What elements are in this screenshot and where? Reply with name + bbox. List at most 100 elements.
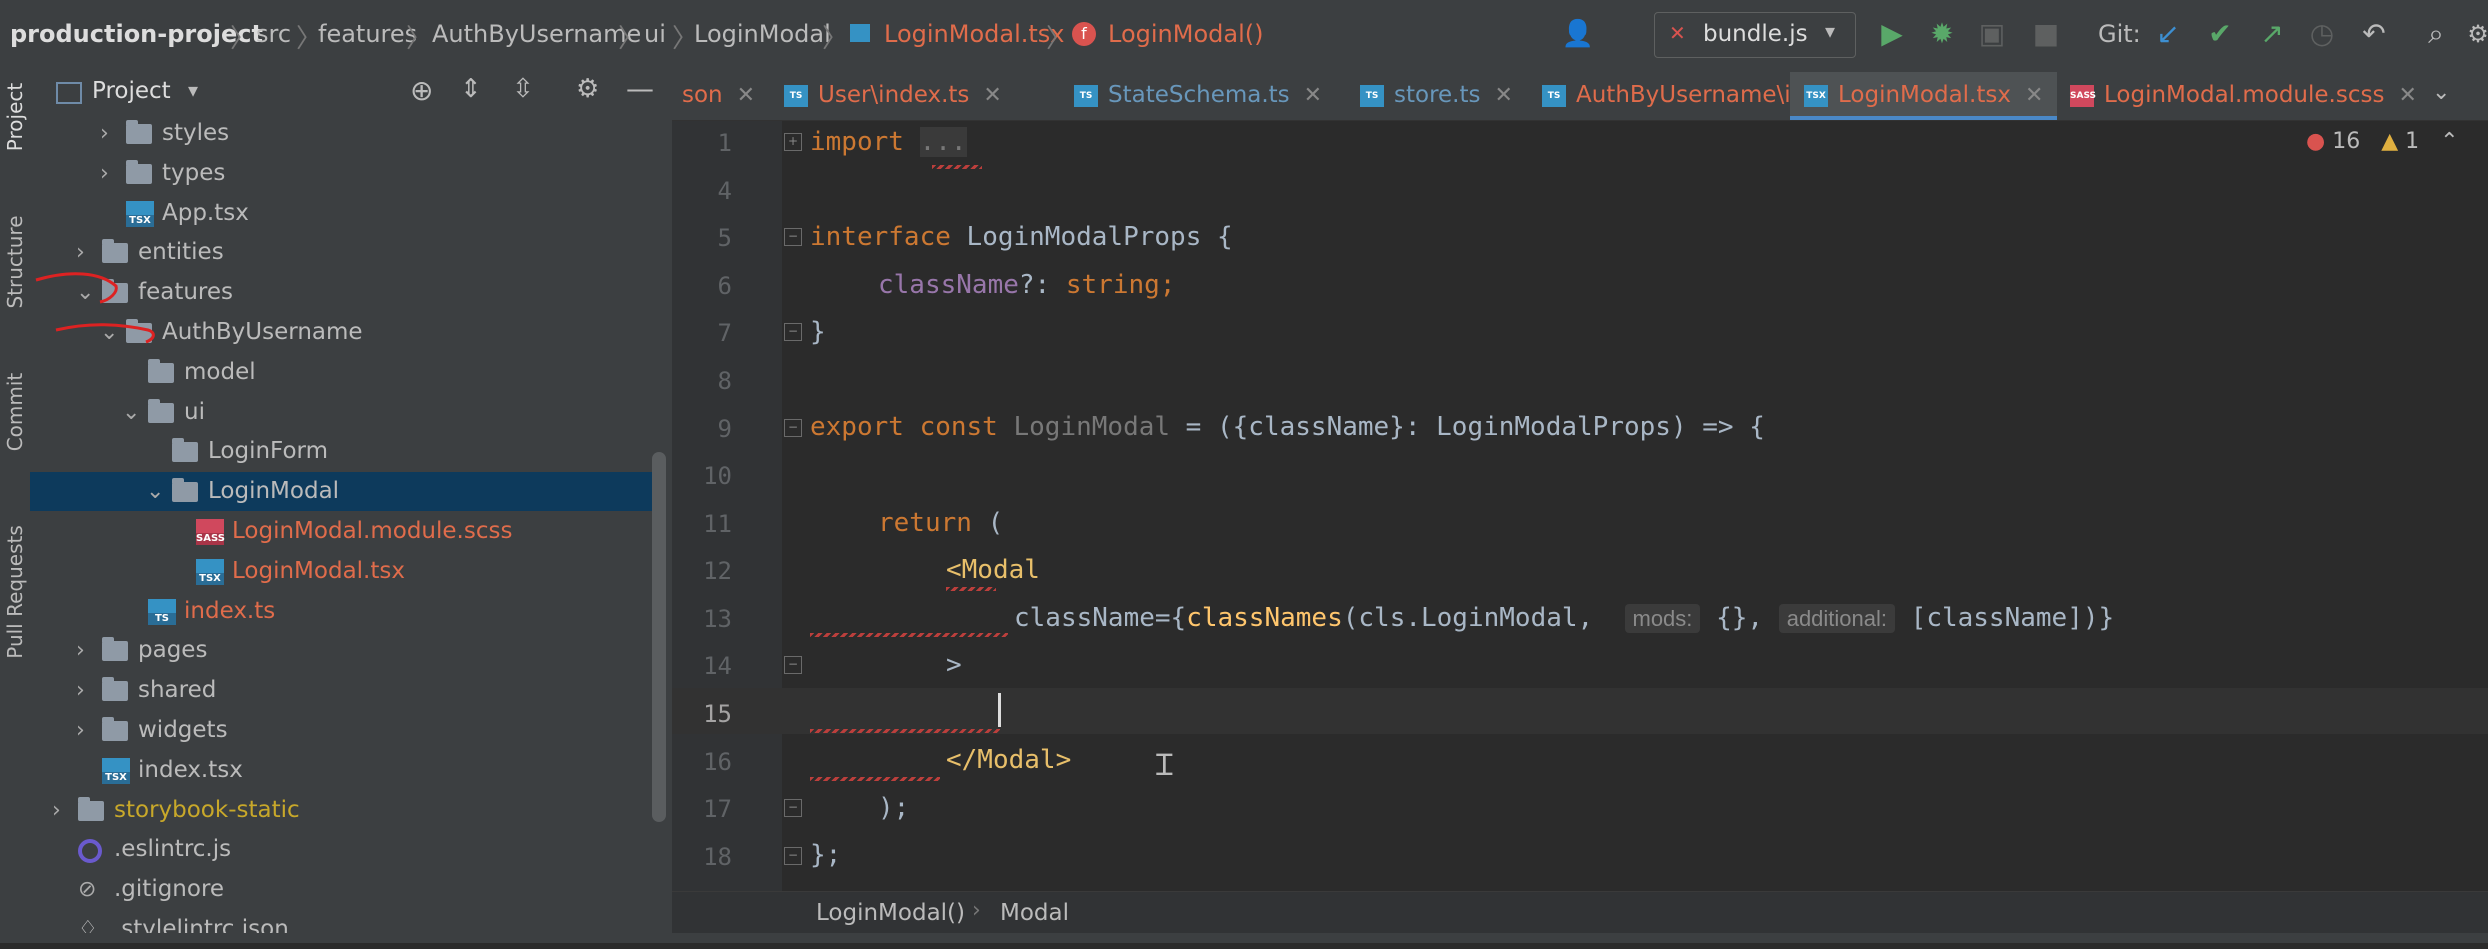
fold-marker-icon[interactable]: − (784, 419, 802, 437)
structure-tool-button[interactable]: Structure (3, 215, 27, 308)
stop-icon[interactable]: ■ (2028, 16, 2064, 52)
code-token: LoginModal (997, 412, 1171, 442)
tree-item[interactable]: › shared (30, 671, 652, 710)
line-number: 16 (703, 748, 732, 776)
chevron-up-icon[interactable]: ⌃ (2440, 129, 2458, 154)
tree-item[interactable]: › types (30, 154, 652, 193)
git-push-icon[interactable]: ↗ (2254, 16, 2290, 52)
history-icon[interactable]: ◷ (2304, 16, 2340, 52)
tree-item-label: AuthByUsername (162, 319, 363, 345)
tree-item[interactable]: › pages (30, 631, 652, 670)
tab-stateschema[interactable]: TS StateSchema.ts ✕ (1074, 72, 1322, 120)
git-commit-icon[interactable]: ✔ (2202, 16, 2238, 52)
tree-item[interactable]: SASS LoginModal.module.scss (30, 512, 652, 551)
code-token: classNames (1186, 603, 1343, 633)
chevron-right-icon[interactable]: › (100, 114, 109, 153)
tree-item[interactable]: › storybook-static (30, 791, 652, 830)
run-icon[interactable]: ▶ (1874, 16, 1910, 52)
code-line-6: className?: string; (878, 270, 1175, 300)
breadcrumb-authbyusername[interactable]: AuthByUsername (432, 20, 641, 48)
folder-icon (78, 796, 104, 821)
tree-item-label: pages (138, 637, 208, 664)
error-count: 16 (2332, 129, 2361, 154)
folder-icon (102, 637, 128, 662)
close-icon[interactable]: ✕ (2025, 83, 2043, 108)
locate-icon[interactable]: ⊕ (410, 74, 433, 107)
breadcrumb-element[interactable]: Modal (1000, 900, 1069, 926)
breadcrumb-function[interactable]: LoginModal() (816, 900, 965, 926)
tree-item[interactable]: TSX App.tsx (30, 194, 652, 233)
commit-tool-button[interactable]: Commit (3, 373, 27, 452)
tab-list-chevron-icon[interactable]: ⌄ (2432, 80, 2450, 105)
close-icon[interactable]: ✕ (983, 83, 1001, 108)
fold-marker-icon[interactable]: − (784, 799, 802, 817)
tree-item[interactable]: TSX index.tsx (30, 751, 652, 790)
chevron-down-icon[interactable]: ⌄ (122, 393, 140, 432)
breadcrumb-src[interactable]: src (256, 20, 291, 48)
settings-icon[interactable]: ⚙ (2460, 16, 2488, 52)
close-icon[interactable]: ✕ (1304, 83, 1322, 108)
project-panel: Project ▾ ⊕ ⇕ ⇳ ⚙ — › styles › types TSX App.… (30, 72, 672, 943)
git-update-icon[interactable]: ↙ (2150, 16, 2186, 52)
code-token: [className])} (1895, 603, 2115, 633)
pull-requests-tool-button[interactable]: Pull Requests (3, 525, 27, 659)
tree-item-label: .gitignore (114, 876, 225, 903)
tree-item[interactable]: ⌄ ui (30, 393, 652, 432)
hide-icon[interactable]: — (626, 72, 654, 105)
chevron-down-icon[interactable]: ⌄ (146, 472, 164, 511)
fold-marker-icon[interactable]: − (784, 228, 802, 246)
breadcrumb-features[interactable]: features (318, 20, 417, 48)
breadcrumb-file[interactable]: LoginModal.tsx (884, 20, 1065, 48)
breadcrumb-ui[interactable]: ui (644, 20, 666, 48)
project-tool-button[interactable]: Project (3, 83, 27, 151)
folded-imports[interactable]: ... (919, 127, 967, 157)
debug-icon[interactable]: ✹ (1924, 16, 1960, 52)
project-panel-header: Project ▾ ⊕ ⇕ ⇳ ⚙ — (30, 72, 672, 114)
run-config-selector[interactable]: ✕ bundle.js ▾ (1654, 12, 1856, 58)
tree-item[interactable]: › widgets (30, 711, 652, 750)
tree-item[interactable]: LoginForm (30, 432, 652, 471)
breadcrumb-project[interactable]: production-project (10, 20, 263, 48)
chevron-right-icon[interactable]: › (76, 671, 85, 710)
tree-item[interactable]: ♢ .stylelintrc.json (30, 910, 652, 949)
close-icon[interactable]: ✕ (737, 83, 755, 108)
code-editor[interactable]: 1 4 5 6 7 8 9 10 11 12 13 14 15 16 17 18… (672, 121, 2488, 891)
breadcrumb-loginmodal[interactable]: LoginModal (694, 20, 831, 48)
chevron-right-icon[interactable]: › (100, 154, 109, 193)
chevron-right-icon[interactable]: › (76, 711, 85, 750)
inspection-widget[interactable]: ● 16 ▲ 1 ⌃ (2306, 129, 2459, 159)
fold-marker-icon[interactable]: − (784, 323, 802, 341)
tree-item[interactable]: ⌄ LoginModal (30, 472, 652, 512)
expand-all-icon[interactable]: ⇕ (460, 74, 482, 104)
collapse-all-icon[interactable]: ⇳ (512, 74, 534, 104)
fold-marker-icon[interactable]: − (784, 847, 802, 865)
code-token: export const (810, 412, 998, 442)
code-line-16: </Modal> (946, 745, 1071, 775)
tree-scrollbar[interactable] (652, 452, 666, 822)
tab-user-index[interactable]: TS User\index.ts ✕ (784, 72, 1002, 120)
chevron-right-icon[interactable]: › (52, 791, 61, 830)
user-icon[interactable]: 👤 (1560, 16, 1596, 52)
code-token: className (878, 270, 1019, 300)
chevron-right-icon[interactable]: › (76, 631, 85, 670)
tree-item[interactable]: TSX LoginModal.tsx (30, 552, 652, 591)
tab-loginmodal-tsx[interactable]: TSX LoginModal.tsx ✕ (1790, 72, 2058, 120)
fold-marker-icon[interactable]: − (784, 656, 802, 674)
tree-item[interactable]: TS index.ts (30, 592, 652, 631)
tree-item[interactable]: › styles (30, 114, 652, 153)
tab-json[interactable]: son ✕ (682, 72, 755, 120)
gear-icon[interactable]: ⚙ (576, 74, 599, 104)
search-icon[interactable]: ⌕ (2418, 16, 2454, 52)
close-icon[interactable]: ✕ (1495, 83, 1513, 108)
tree-item[interactable]: ⊘ .gitignore (30, 870, 652, 909)
tab-store[interactable]: TS store.ts ✕ (1360, 72, 1513, 120)
rollback-icon[interactable]: ↶ (2356, 16, 2392, 52)
close-icon[interactable]: ✕ (2398, 83, 2416, 108)
tree-item[interactable]: .eslintrc.js (30, 830, 652, 869)
chevron-down-icon[interactable]: ▾ (188, 78, 198, 102)
fold-marker-icon[interactable]: + (784, 133, 802, 151)
project-panel-title[interactable]: Project (92, 78, 171, 104)
coverage-icon[interactable]: ▣ (1974, 16, 2010, 52)
tab-loginmodal-scss[interactable]: SASS LoginModal.module.scss ✕ (2070, 72, 2417, 120)
breadcrumb-function[interactable]: LoginModal() (1108, 20, 1263, 48)
